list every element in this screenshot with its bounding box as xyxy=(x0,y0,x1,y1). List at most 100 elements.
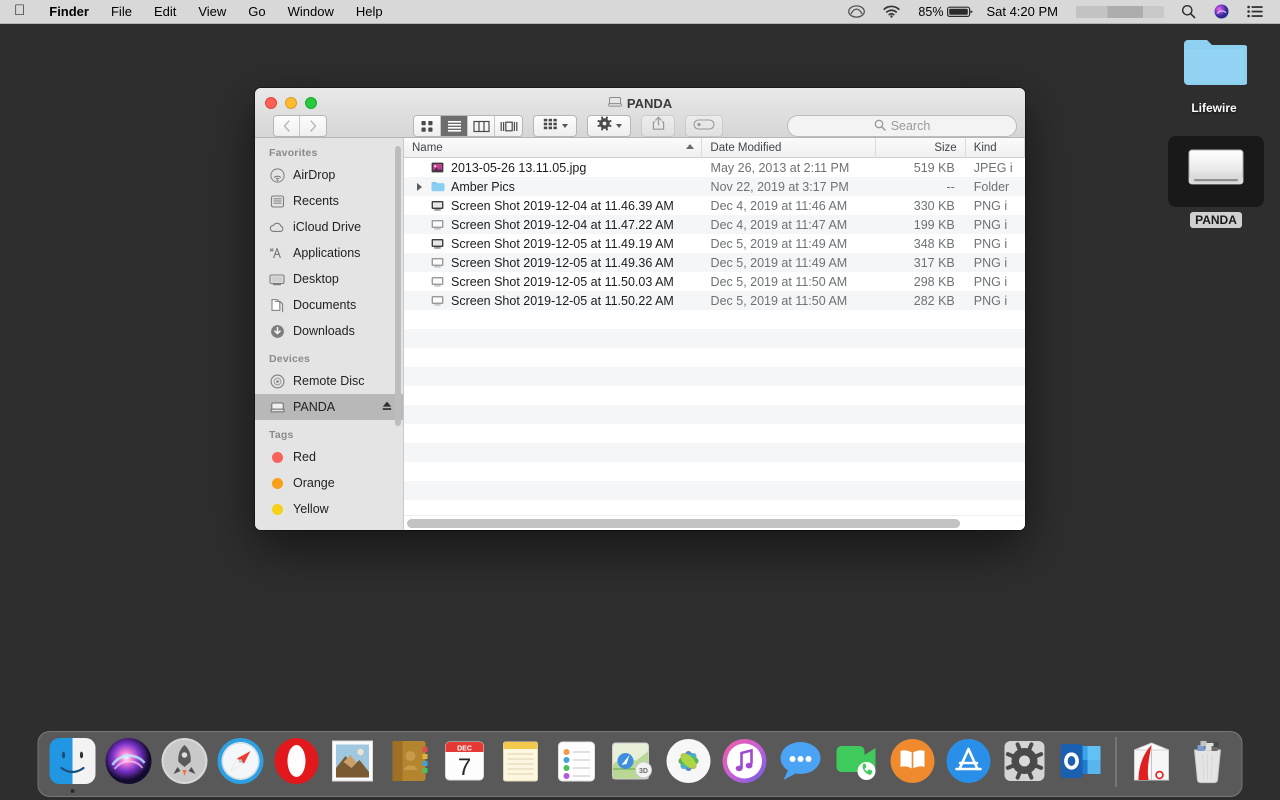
search-icon[interactable] xyxy=(1172,0,1205,24)
apple-logo-icon[interactable]:  xyxy=(0,0,38,24)
sidebar-item-panda[interactable]: PANDA xyxy=(255,394,403,420)
sidebar-item-recents[interactable]: Recents xyxy=(255,188,403,214)
sidebar-item-documents[interactable]: Documents xyxy=(255,292,403,318)
file-date-cell: May 26, 2013 at 2:11 PM xyxy=(710,160,850,175)
dock-item-outlook[interactable] xyxy=(1054,736,1108,793)
table-row[interactable]: Screen Shot 2019-12-05 at 11.49.19 AM De… xyxy=(404,234,1025,253)
column-header-size[interactable]: Size xyxy=(876,138,966,158)
horizontal-scrollbar[interactable] xyxy=(404,515,1025,530)
creative-cloud-icon[interactable] xyxy=(839,0,874,24)
file-name-cell: Screen Shot 2019-12-05 at 11.50.22 AM xyxy=(404,294,703,308)
file-kind-cell: PNG i xyxy=(973,198,1008,213)
menu-view[interactable]: View xyxy=(187,0,237,24)
action-button[interactable] xyxy=(587,115,631,137)
facetime-icon xyxy=(832,736,882,786)
dock-item-facetime[interactable] xyxy=(830,736,884,793)
dock-item-trash[interactable] xyxy=(1181,736,1235,793)
dock-item-photos[interactable] xyxy=(662,736,716,793)
menu-bar-clock[interactable]: Sat 4:20 PM xyxy=(976,4,1068,19)
desktop-icon-lifewire[interactable]: Lifewire xyxy=(1166,36,1262,117)
image-file-icon xyxy=(430,162,445,173)
siri-icon[interactable] xyxy=(1205,0,1238,24)
dock-item-reminders[interactable] xyxy=(550,736,604,793)
battery-status[interactable]: 85% xyxy=(909,0,976,24)
column-header-date-modified[interactable]: Date Modified xyxy=(702,138,876,158)
wifi-icon[interactable] xyxy=(874,0,909,24)
sidebar-item-tag-red[interactable]: Red xyxy=(255,444,403,470)
sidebar-item-remote-disc[interactable]: Remote Disc xyxy=(255,368,403,394)
menu-window[interactable]: Window xyxy=(277,0,345,24)
file-name-label: Screen Shot 2019-12-05 at 11.49.36 AM xyxy=(451,255,674,270)
column-header-name[interactable]: Name xyxy=(404,138,703,158)
search-icon xyxy=(874,119,886,134)
dock-item-opera[interactable] xyxy=(270,736,324,793)
sidebar-item-tag-yellow[interactable]: Yellow xyxy=(255,496,403,522)
icon-view-button[interactable] xyxy=(414,116,441,136)
menu-help[interactable]: Help xyxy=(345,0,394,24)
file-date-cell: Dec 4, 2019 at 11:46 AM xyxy=(710,198,848,213)
sidebar-item-icloud-drive[interactable]: iCloud Drive xyxy=(255,214,403,240)
dock-item-siri[interactable] xyxy=(102,736,156,793)
file-name-cell: Screen Shot 2019-12-04 at 11.47.22 AM xyxy=(404,218,703,232)
back-button[interactable] xyxy=(274,116,300,136)
system-preferences-icon xyxy=(1000,736,1050,786)
dock-item-system-preferences[interactable] xyxy=(998,736,1052,793)
column-header-kind[interactable]: Kind xyxy=(966,138,1025,158)
disclosure-triangle-icon[interactable] xyxy=(414,182,424,191)
dock-item-books[interactable] xyxy=(886,736,940,793)
airdrop-icon xyxy=(269,167,285,183)
search-input[interactable]: Search xyxy=(787,115,1017,137)
dock-item-contacts[interactable] xyxy=(382,736,436,793)
window-title-bar[interactable]: PANDA Search xyxy=(255,88,1025,138)
dock-item-safari[interactable] xyxy=(214,736,268,793)
list-view-button[interactable] xyxy=(441,116,468,136)
table-row[interactable]: Screen Shot 2019-12-04 at 11.47.22 AM De… xyxy=(404,215,1025,234)
table-row[interactable]: Screen Shot 2019-12-05 at 11.49.36 AM De… xyxy=(404,253,1025,272)
sidebar-scrollbar[interactable] xyxy=(395,146,401,426)
table-row[interactable]: Amber Pics Nov 22, 2019 at 3:17 PM -- Fo… xyxy=(404,177,1025,196)
horizontal-scrollbar-thumb[interactable] xyxy=(407,519,960,528)
hard-drive-icon xyxy=(608,96,622,111)
file-size-cell: 298 KB xyxy=(913,274,955,289)
sidebar-heading-favorites: Favorites xyxy=(269,147,318,159)
menu-go[interactable]: Go xyxy=(237,0,276,24)
dock-item-finder[interactable] xyxy=(46,736,100,793)
sidebar-item-desktop[interactable]: Desktop xyxy=(255,266,403,292)
forward-button[interactable] xyxy=(300,116,326,136)
dock-item-downloads-stack[interactable] xyxy=(1125,736,1179,793)
table-row[interactable]: 2013-05-26 13.11.05.jpg May 26, 2013 at … xyxy=(404,158,1025,177)
menu-finder[interactable]: Finder xyxy=(38,0,100,24)
finder-icon xyxy=(48,736,98,786)
sidebar-item-applications[interactable]: Applications xyxy=(255,240,403,266)
file-name-label: Screen Shot 2019-12-04 at 11.46.39 AM xyxy=(451,198,674,213)
table-row[interactable]: Screen Shot 2019-12-05 at 11.50.22 AM De… xyxy=(404,291,1025,310)
sidebar-item-label: Applications xyxy=(293,246,361,260)
dock-item-app-store[interactable] xyxy=(942,736,996,793)
finder-sidebar: Favorites AirDrop Recents iCloud Drive A… xyxy=(255,138,404,530)
eject-icon[interactable] xyxy=(381,400,393,415)
sidebar-item-airdrop[interactable]: AirDrop xyxy=(255,162,403,188)
dock-item-launchpad[interactable] xyxy=(158,736,212,793)
share-button[interactable] xyxy=(641,115,675,137)
arrange-button[interactable] xyxy=(533,115,577,137)
dock-item-mail[interactable] xyxy=(326,736,380,793)
file-list: Name Date Modified Size Kind 2013-05-26 … xyxy=(404,138,1025,530)
list-menu-icon[interactable] xyxy=(1238,0,1272,24)
table-row[interactable]: Screen Shot 2019-12-05 at 11.50.03 AM De… xyxy=(404,272,1025,291)
sidebar-item-downloads[interactable]: Downloads xyxy=(255,318,403,344)
sidebar-item-tag-orange[interactable]: Orange xyxy=(255,470,403,496)
dock-item-notes[interactable] xyxy=(494,736,548,793)
dock-item-itunes[interactable] xyxy=(718,736,772,793)
gallery-view-button[interactable] xyxy=(495,116,522,136)
edit-tags-button[interactable] xyxy=(685,115,723,137)
dock-item-messages[interactable] xyxy=(774,736,828,793)
sidebar-heading-devices: Devices xyxy=(269,353,311,365)
desktop-icon-panda[interactable]: PANDA xyxy=(1168,136,1264,229)
menu-edit[interactable]: Edit xyxy=(143,0,187,24)
table-row[interactable]: Screen Shot 2019-12-04 at 11.46.39 AM De… xyxy=(404,196,1025,215)
dock-item-calendar[interactable]: DEC 7 xyxy=(438,736,492,793)
dock-item-maps[interactable]: 3D xyxy=(606,736,660,793)
menu-file[interactable]: File xyxy=(100,0,143,24)
column-view-button[interactable] xyxy=(468,116,495,136)
sort-ascending-icon xyxy=(686,143,695,149)
